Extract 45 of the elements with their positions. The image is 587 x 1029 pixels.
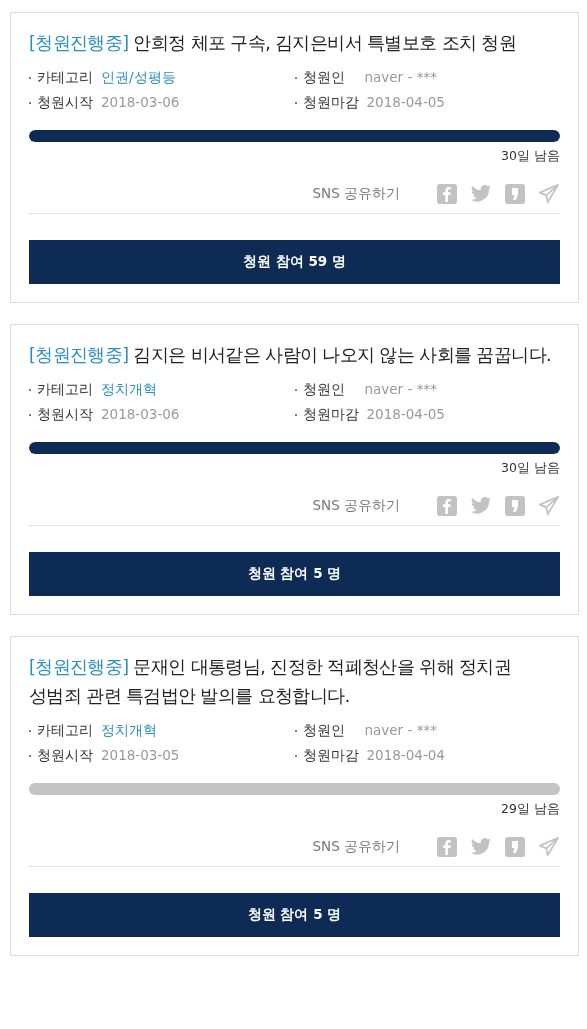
- remaining-days: 29일 남음: [29, 801, 560, 818]
- start-label: 청원시작: [37, 405, 93, 424]
- category-label: 카테고리: [37, 68, 93, 87]
- bird-icon[interactable]: [470, 495, 492, 517]
- end-label: 청원마감: [302, 405, 359, 424]
- start-date: 2018-03-06: [101, 93, 180, 112]
- start-date: 2018-03-05: [101, 746, 180, 765]
- paper-plane-icon[interactable]: [538, 495, 560, 517]
- category-label: 카테고리: [37, 721, 93, 740]
- join-petition-button[interactable]: 청원 참여 5 명: [29, 552, 560, 596]
- facebook-icon[interactable]: [436, 183, 458, 205]
- end-date: 2018-04-05: [366, 93, 445, 112]
- paper-plane-icon[interactable]: [538, 183, 560, 205]
- petitioner-value: naver - ***: [364, 721, 437, 740]
- end-label: 청원마감: [302, 93, 359, 112]
- category-value: 정치개혁: [101, 380, 157, 399]
- share-label: SNS 공유하기: [312, 185, 400, 203]
- paper-plane-icon[interactable]: [538, 836, 560, 858]
- petition-title[interactable]: [청원진행중] 안희정 체포 구속, 김지은비서 특별보호 조치 청원: [29, 29, 560, 58]
- category-label: 카테고리: [37, 380, 93, 399]
- start-label: 청원시작: [37, 93, 93, 112]
- end-date: 2018-04-05: [366, 405, 445, 424]
- join-petition-button[interactable]: 청원 참여 59 명: [29, 240, 560, 284]
- start-date: 2018-03-06: [101, 405, 180, 424]
- share-label: SNS 공유하기: [312, 838, 400, 856]
- facebook-icon[interactable]: [436, 836, 458, 858]
- petition-title[interactable]: [청원진행중] 김지은 비서같은 사람이 나오지 않는 사회를 꿈꿉니다.: [29, 341, 560, 370]
- share-label: SNS 공유하기: [312, 497, 400, 515]
- bird-icon[interactable]: [470, 183, 492, 205]
- petitioner-label: 청원인: [302, 380, 345, 399]
- end-date: 2018-04-04: [366, 746, 445, 765]
- end-label: 청원마감: [302, 746, 359, 765]
- petitioner-label: 청원인: [302, 721, 345, 740]
- start-label: 청원시작: [37, 746, 93, 765]
- petitioner-label: 청원인: [302, 68, 345, 87]
- petition-title[interactable]: [청원진행중] 문재인 대통령님, 진정한 적폐청산을 위해 정치권 성범죄 관련 특검법안 발의를 요청합니다.: [29, 653, 560, 711]
- join-petition-button[interactable]: 청원 참여 5 명: [29, 893, 560, 937]
- petitioner-value: naver - ***: [364, 380, 437, 399]
- bird-icon[interactable]: [470, 836, 492, 858]
- remaining-days: 30일 남음: [29, 460, 560, 477]
- petitioner-value: naver - ***: [364, 68, 437, 87]
- category-value: 정치개혁: [101, 721, 157, 740]
- category-value: 인권/성평등: [101, 68, 176, 87]
- remaining-days: 30일 남음: [29, 148, 560, 165]
- facebook-icon[interactable]: [436, 495, 458, 517]
